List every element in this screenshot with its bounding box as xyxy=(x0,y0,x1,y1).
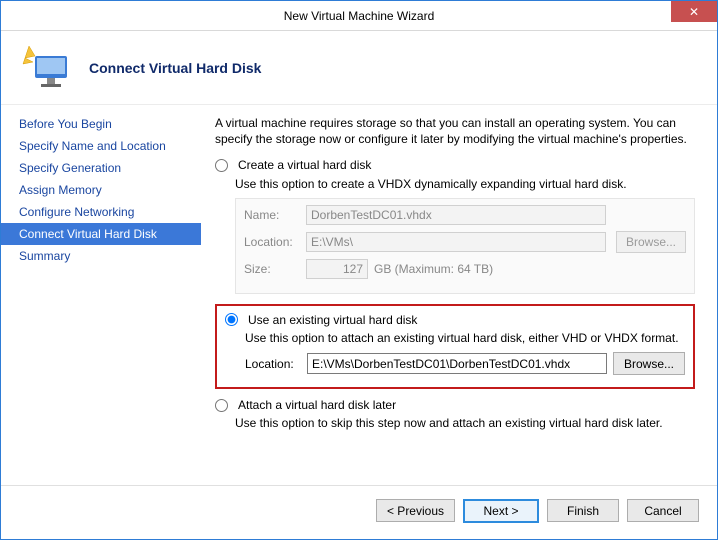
sidebar-item-configure-networking[interactable]: Configure Networking xyxy=(1,201,201,223)
radio-create-vhd[interactable]: Create a virtual hard disk xyxy=(215,157,695,173)
sidebar-item-specify-generation[interactable]: Specify Generation xyxy=(1,157,201,179)
titlebar: New Virtual Machine Wizard ✕ xyxy=(1,1,717,31)
size-suffix: GB (Maximum: 64 TB) xyxy=(374,261,493,277)
name-label: Name: xyxy=(244,207,300,223)
location-field xyxy=(306,232,606,252)
option-create-vhd: Create a virtual hard disk Use this opti… xyxy=(215,157,695,293)
browse-button[interactable]: Browse... xyxy=(613,352,685,375)
wizard-header: Connect Virtual Hard Disk xyxy=(1,31,717,105)
close-icon: ✕ xyxy=(689,5,699,19)
sidebar-item-label: Assign Memory xyxy=(19,183,102,197)
finish-button[interactable]: Finish xyxy=(547,499,619,522)
wizard-icon xyxy=(21,40,77,96)
page-heading: Connect Virtual Hard Disk xyxy=(89,60,261,76)
wizard-content: A virtual machine requires storage so th… xyxy=(201,105,717,485)
sidebar-item-specify-name-location[interactable]: Specify Name and Location xyxy=(1,135,201,157)
intro-text: A virtual machine requires storage so th… xyxy=(215,115,695,147)
name-field xyxy=(306,205,606,225)
existing-vhd-panel: Location: Browse... xyxy=(245,352,685,375)
wizard-steps-sidebar: Before You Begin Specify Name and Locati… xyxy=(1,105,201,485)
option-attach-later: Attach a virtual hard disk later Use thi… xyxy=(215,397,695,431)
radio-use-existing-input[interactable] xyxy=(225,313,238,326)
radio-create-vhd-label: Create a virtual hard disk xyxy=(238,157,371,173)
radio-attach-later-label: Attach a virtual hard disk later xyxy=(238,397,396,413)
existing-location-field[interactable] xyxy=(307,353,607,374)
browse-button-disabled: Browse... xyxy=(616,231,686,253)
sidebar-item-label: Specify Generation xyxy=(19,161,121,175)
window-title: New Virtual Machine Wizard xyxy=(1,9,717,23)
sidebar-item-assign-memory[interactable]: Assign Memory xyxy=(1,179,201,201)
size-field xyxy=(306,259,368,279)
existing-location-label: Location: xyxy=(245,356,301,372)
sidebar-item-label: Before You Begin xyxy=(19,117,112,131)
option-create-desc: Use this option to create a VHDX dynamic… xyxy=(235,176,695,192)
sidebar-item-summary[interactable]: Summary xyxy=(1,245,201,267)
radio-use-existing-label: Use an existing virtual hard disk xyxy=(248,312,417,328)
option-existing-desc: Use this option to attach an existing vi… xyxy=(245,330,685,346)
sidebar-item-connect-vhd[interactable]: Connect Virtual Hard Disk xyxy=(1,223,201,245)
previous-button[interactable]: < Previous xyxy=(376,499,455,522)
radio-attach-later-input[interactable] xyxy=(215,399,228,412)
option-later-desc: Use this option to skip this step now an… xyxy=(235,415,695,431)
size-label: Size: xyxy=(244,261,300,277)
sidebar-item-label: Specify Name and Location xyxy=(19,139,166,153)
sidebar-item-label: Summary xyxy=(19,249,70,263)
wizard-footer: < Previous Next > Finish Cancel xyxy=(1,485,717,535)
sidebar-item-label: Connect Virtual Hard Disk xyxy=(19,227,157,241)
close-button[interactable]: ✕ xyxy=(671,1,717,22)
create-vhd-panel: Name: Location: Browse... Size: GB (Maxi… xyxy=(235,198,695,294)
next-button[interactable]: Next > xyxy=(463,499,539,523)
radio-attach-later[interactable]: Attach a virtual hard disk later xyxy=(215,397,695,413)
radio-create-vhd-input[interactable] xyxy=(215,159,228,172)
cancel-button[interactable]: Cancel xyxy=(627,499,699,522)
location-label: Location: xyxy=(244,234,300,250)
sidebar-item-before-you-begin[interactable]: Before You Begin xyxy=(1,113,201,135)
sidebar-item-label: Configure Networking xyxy=(19,205,134,219)
radio-use-existing[interactable]: Use an existing virtual hard disk xyxy=(225,312,685,328)
option-existing-highlight: Use an existing virtual hard disk Use th… xyxy=(215,304,695,389)
